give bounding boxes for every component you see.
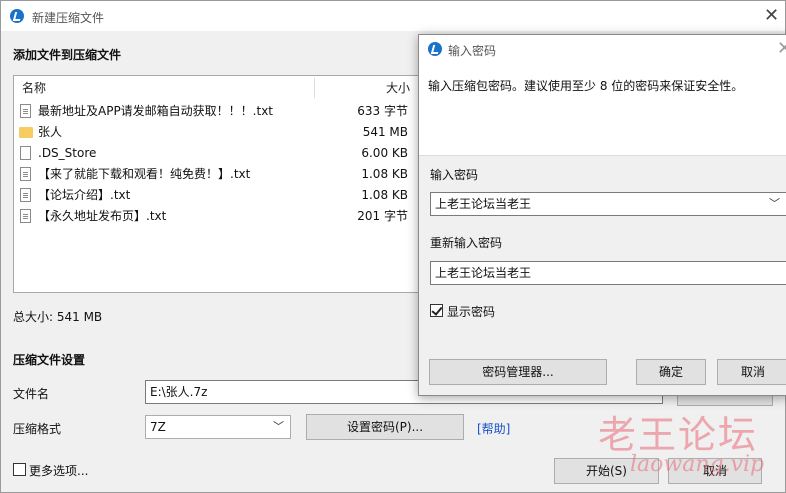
text-file-icon (20, 209, 31, 223)
file-size: 1.08 KB (361, 167, 408, 181)
watermark-subtext: laowang.vip (630, 452, 765, 477)
file-row[interactable]: 张人 541 MB (14, 122, 420, 143)
file-size: 541 MB (362, 125, 408, 139)
text-file-icon (20, 188, 31, 202)
confirm-password-label: 重新输入密码 (430, 236, 503, 250)
password-label: 输入密码 (430, 168, 479, 182)
help-link[interactable]: [帮助] (477, 420, 510, 437)
folder-icon (19, 127, 33, 138)
more-options-checkbox[interactable] (13, 463, 26, 476)
chevron-down-icon[interactable]: ﹀ (769, 193, 780, 215)
file-name: 【来了就能下载和观看！纯免费！】.txt (38, 167, 251, 181)
password-input[interactable]: 上老王论坛当老王 ﹀ (430, 192, 786, 216)
window-title: 新建压缩文件 (32, 11, 105, 25)
file-size: 201 字节 (357, 209, 408, 223)
more-options-label[interactable]: 更多选项... (29, 462, 88, 479)
format-select[interactable]: 7Z ﹀ (145, 415, 291, 439)
confirm-password-input[interactable]: 上老王论坛当老王 (430, 261, 786, 285)
ok-button[interactable]: 确定 (636, 359, 706, 385)
password-dialog: 输入密码 ✕ 输入压缩包密码。建议使用至少 8 位的密码来保证安全性。 输入密码… (418, 34, 786, 396)
show-password-label[interactable]: 显示密码 (447, 303, 495, 320)
file-row[interactable]: .DS_Store 6.00 KB (14, 143, 420, 164)
dialog-logo-icon (428, 42, 442, 56)
column-name-header[interactable]: 名称 (22, 76, 46, 100)
file-name: 张人 (38, 125, 63, 139)
settings-section-title: 压缩文件设置 (13, 353, 86, 367)
dialog-title-bar: 输入密码 ✕ (419, 35, 786, 63)
file-name: 【论坛介绍】.txt (38, 188, 131, 202)
file-row[interactable]: 【永久地址发布页】.txt 201 字节 (14, 206, 420, 227)
file-name: 最新地址及APP请发邮箱自动获取！！！.txt (38, 104, 274, 118)
add-section-title: 添加文件到压缩文件 (13, 48, 122, 62)
file-row[interactable]: 最新地址及APP请发邮箱自动获取！！！.txt 633 字节 (14, 101, 420, 122)
chevron-down-icon: ﹀ (273, 420, 284, 433)
format-label: 压缩格式 (13, 422, 62, 436)
password-value: 上老王论坛当老王 (435, 197, 532, 211)
dialog-title: 输入密码 (448, 44, 497, 58)
file-size: 633 字节 (357, 104, 408, 118)
app-logo-icon (10, 9, 24, 23)
dialog-header: 输入压缩包密码。建议使用至少 8 位的密码来保证安全性。 (419, 63, 786, 156)
file-icon (20, 146, 31, 160)
dialog-close-icon[interactable]: ✕ (777, 40, 786, 58)
set-password-button[interactable]: 设置密码(P)... (306, 414, 464, 440)
file-size: 6.00 KB (361, 146, 408, 160)
total-size: 总大小: 541 MB (13, 310, 103, 324)
file-row[interactable]: 【来了就能下载和观看！纯免费！】.txt 1.08 KB (14, 164, 420, 185)
file-list[interactable]: 名称 大小 最新地址及APP请发邮箱自动获取！！！.txt 633 字节张人 541… (13, 75, 421, 293)
text-file-icon (20, 104, 31, 118)
file-row[interactable]: 【论坛介绍】.txt 1.08 KB (14, 185, 420, 206)
dialog-description: 输入压缩包密码。建议使用至少 8 位的密码来保证安全性。 (428, 79, 744, 93)
watermark-text: 老王论坛 (598, 413, 759, 457)
title-bar: 新建压缩文件 ✕ (1, 1, 785, 31)
password-manager-button[interactable]: 密码管理器... (429, 359, 607, 385)
dialog-cancel-button[interactable]: 取消 (717, 359, 786, 385)
file-name: 【永久地址发布页】.txt (38, 209, 167, 223)
file-size: 1.08 KB (361, 188, 408, 202)
column-size-header[interactable]: 大小 (386, 76, 410, 100)
text-file-icon (20, 167, 31, 181)
show-password-checkbox[interactable] (430, 304, 443, 317)
column-separator[interactable] (314, 78, 315, 98)
filename-label: 文件名 (13, 387, 50, 401)
file-name: .DS_Store (38, 146, 97, 160)
close-icon[interactable]: ✕ (764, 7, 779, 25)
format-value: 7Z (150, 420, 166, 434)
